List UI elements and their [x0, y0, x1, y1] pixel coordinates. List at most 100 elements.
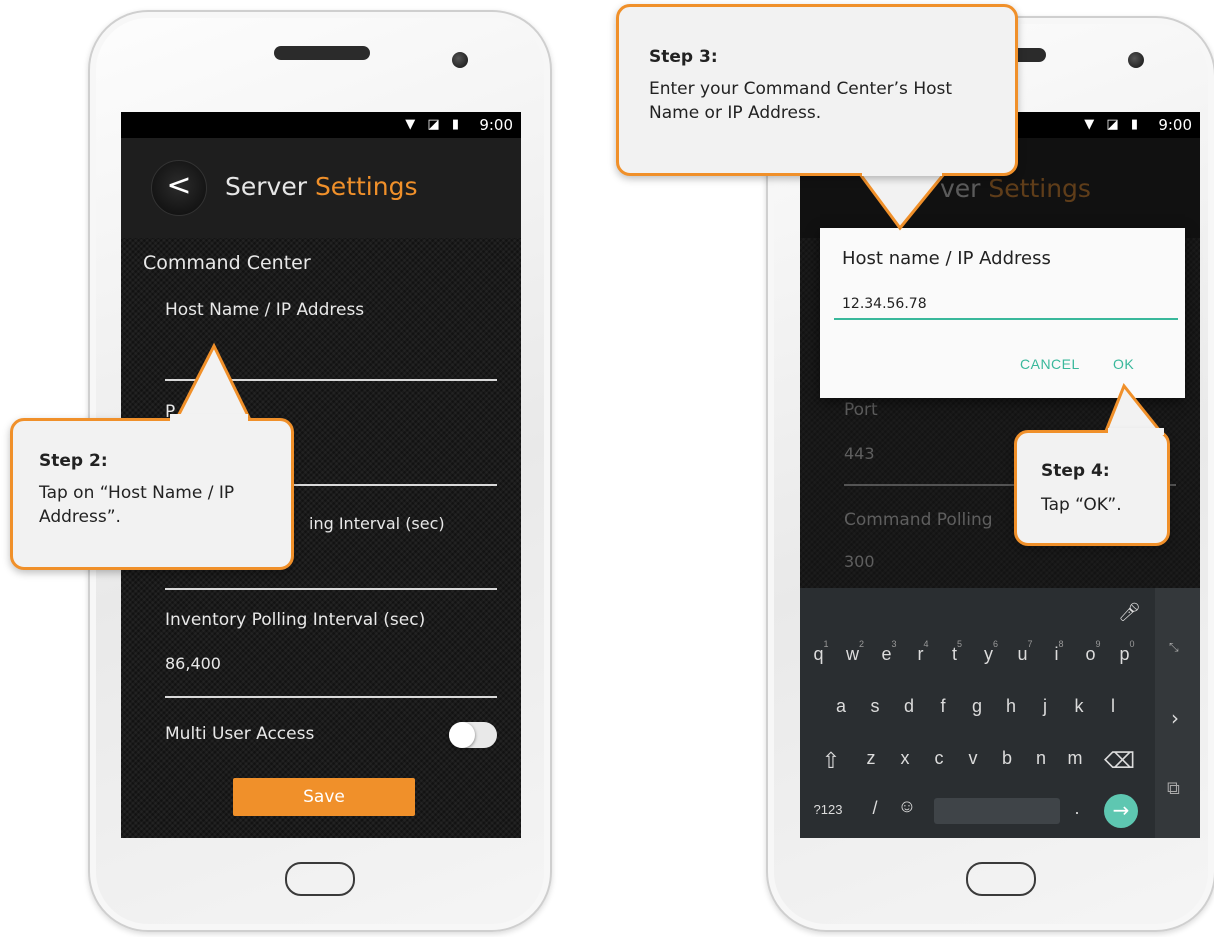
- status-time: 9:00: [1158, 116, 1192, 134]
- step4-title: Step 4:: [1041, 461, 1110, 481]
- key-hint: 9: [1095, 639, 1101, 649]
- shift-key[interactable]: ⇧: [816, 748, 846, 774]
- space-bar[interactable]: [934, 798, 1060, 824]
- page-title: Server Settings: [225, 172, 417, 201]
- port-label: Port: [844, 400, 878, 420]
- left-app-bar: < Server Settings: [121, 138, 521, 238]
- save-button[interactable]: Save: [233, 778, 415, 816]
- cancel-button[interactable]: CANCEL: [1020, 356, 1080, 372]
- back-button[interactable]: <: [151, 160, 207, 216]
- key-h[interactable]: h: [996, 696, 1026, 717]
- right-phone-camera: [1128, 52, 1144, 68]
- key-label: w: [845, 644, 859, 664]
- step4-pointer-cover: [1108, 428, 1164, 435]
- key-u[interactable]: u7: [1010, 639, 1040, 665]
- key-z[interactable]: z: [856, 748, 886, 769]
- key-label: k: [1074, 696, 1084, 716]
- host-name-input[interactable]: 12.34.56.78: [842, 296, 927, 312]
- key-v[interactable]: v: [958, 748, 988, 769]
- key-label: e: [881, 644, 892, 664]
- inventory-polling-underline[interactable]: [165, 696, 497, 698]
- step2-text: Tap on “Host Name / IP Address”.: [39, 483, 235, 527]
- mic-icon[interactable]: 🎤︎: [1118, 602, 1141, 623]
- popout-icon[interactable]: ⧉: [1167, 778, 1180, 799]
- multi-user-access-label: Multi User Access: [165, 724, 315, 744]
- key-hint: 7: [1027, 639, 1033, 649]
- key-w[interactable]: w2: [840, 639, 870, 665]
- key-i[interactable]: i8: [1044, 639, 1074, 665]
- key-label: h: [1005, 696, 1016, 716]
- key-n[interactable]: n: [1026, 748, 1056, 769]
- key-s[interactable]: s: [860, 696, 890, 717]
- resize-icon[interactable]: ⤡: [1169, 640, 1179, 655]
- title-settings: Settings: [988, 174, 1091, 203]
- key-q[interactable]: q1: [806, 639, 836, 665]
- key-j[interactable]: j: [1030, 696, 1060, 717]
- status-icons: ▼ ◪ ▮: [1084, 117, 1142, 132]
- key-label: j: [1043, 696, 1047, 716]
- key-r[interactable]: r4: [908, 639, 938, 665]
- step2-title: Step 2:: [39, 451, 108, 471]
- key-b[interactable]: b: [992, 748, 1022, 769]
- command-polling-label: Command Polling: [844, 510, 993, 530]
- multi-user-access-toggle[interactable]: [449, 722, 497, 748]
- chevron-right-icon[interactable]: ›: [1171, 706, 1179, 730]
- key-g[interactable]: g: [962, 696, 992, 717]
- key-label: u: [1017, 644, 1028, 664]
- emoji-key[interactable]: ☺: [892, 796, 922, 817]
- step3-text: Enter your Command Center’s Host Name or…: [649, 79, 953, 123]
- key-e[interactable]: e3: [874, 639, 904, 665]
- right-phone-home-button[interactable]: [966, 862, 1036, 896]
- step3-callout-pointer: [858, 172, 948, 231]
- key-t[interactable]: t5: [942, 639, 972, 665]
- enter-key[interactable]: →: [1104, 794, 1138, 828]
- left-phone-speaker: [274, 46, 370, 60]
- command-polling-underline[interactable]: [165, 588, 497, 590]
- keyboard-side-panel: ⤡ › ⧉: [1155, 588, 1200, 838]
- title-server: Server: [225, 172, 315, 201]
- key-hint: 0: [1129, 639, 1135, 649]
- key-label: m: [1067, 748, 1083, 768]
- dialog-title: Host name / IP Address: [842, 248, 1051, 269]
- backspace-key[interactable]: ⌫: [1104, 748, 1135, 774]
- step4-callout: Step 4: Tap “OK”.: [1014, 430, 1170, 546]
- key-label: y: [983, 644, 993, 664]
- host-name-label[interactable]: Host Name / IP Address: [165, 300, 364, 320]
- key-d[interactable]: d: [894, 696, 924, 717]
- key-label: f: [940, 696, 946, 716]
- key-label: s: [870, 696, 880, 716]
- key-k[interactable]: k: [1064, 696, 1094, 717]
- key-hint: 5: [957, 639, 963, 649]
- command-polling-value: 300: [844, 552, 875, 571]
- key-label: n: [1035, 748, 1046, 768]
- inventory-polling-value[interactable]: 86,400: [165, 654, 221, 673]
- left-phone-camera: [452, 52, 468, 68]
- key-c[interactable]: c: [924, 748, 954, 769]
- period-key[interactable]: .: [1062, 798, 1092, 819]
- key-m[interactable]: m: [1060, 748, 1090, 769]
- symbols-key[interactable]: ?123: [808, 802, 848, 817]
- key-l[interactable]: l: [1098, 696, 1128, 717]
- toggle-knob: [449, 722, 475, 748]
- key-label: g: [971, 696, 982, 716]
- left-phone-home-button[interactable]: [285, 862, 355, 896]
- slash-key[interactable]: /: [860, 798, 890, 819]
- step4-text: Tap “OK”.: [1041, 495, 1122, 515]
- host-name-dialog: Host name / IP Address 12.34.56.78 CANCE…: [820, 228, 1185, 398]
- key-f[interactable]: f: [928, 696, 958, 717]
- key-x[interactable]: x: [890, 748, 920, 769]
- key-label: b: [1001, 748, 1012, 768]
- key-label: p: [1119, 644, 1130, 664]
- host-name-input-underline: [834, 318, 1178, 320]
- title-settings: Settings: [314, 172, 418, 201]
- key-label: l: [1111, 696, 1115, 716]
- command-polling-label: ing Interval (sec): [309, 514, 445, 533]
- ok-button[interactable]: OK: [1113, 356, 1134, 372]
- status-icons: ▼ ◪ ▮: [405, 117, 463, 132]
- step3-title: Step 3:: [649, 47, 718, 67]
- key-a[interactable]: a: [826, 696, 856, 717]
- inventory-polling-label: Inventory Polling Interval (sec): [165, 610, 426, 630]
- key-y[interactable]: y6: [976, 639, 1006, 665]
- key-p[interactable]: p0: [1112, 639, 1142, 665]
- key-o[interactable]: o9: [1078, 639, 1108, 665]
